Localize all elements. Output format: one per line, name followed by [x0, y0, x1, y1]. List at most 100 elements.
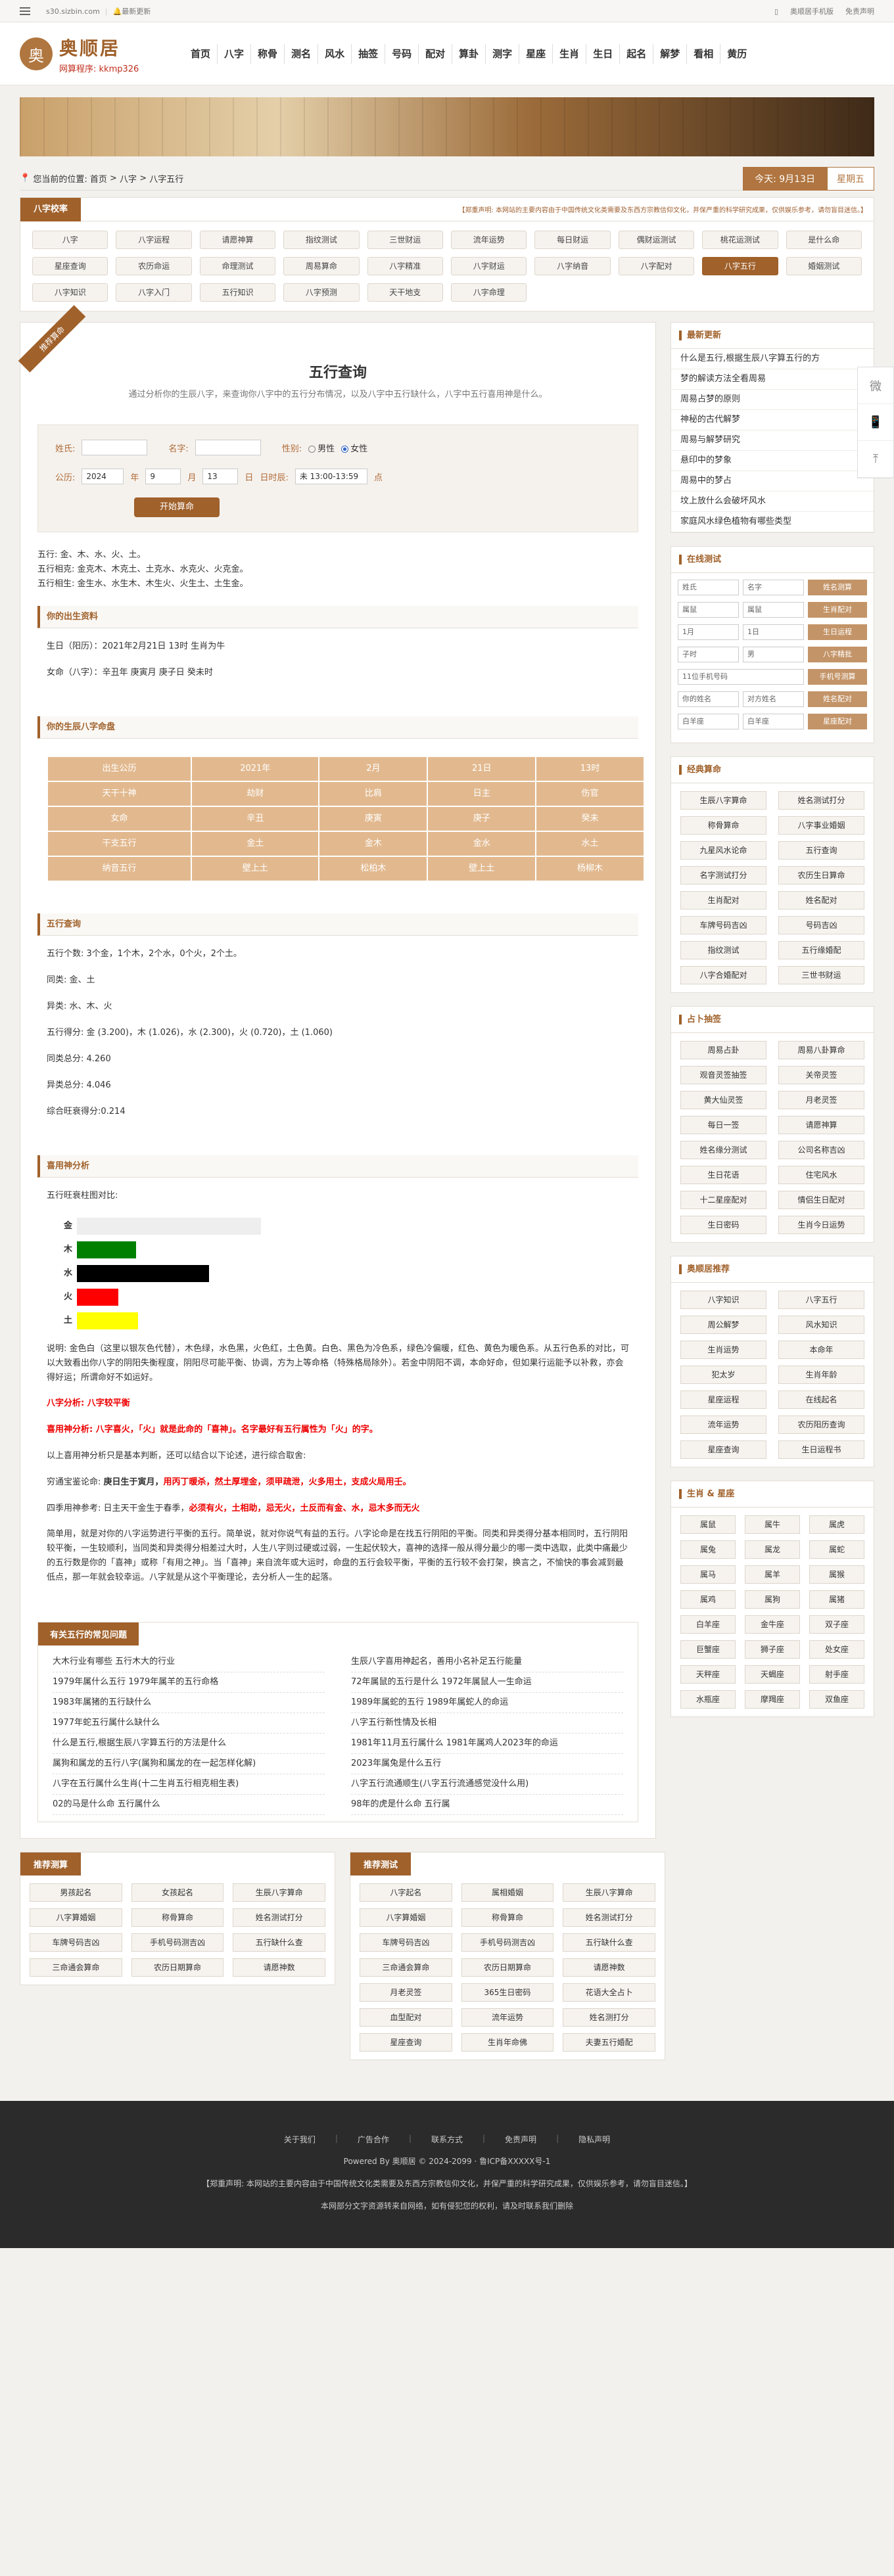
divine-link[interactable]: 周易八卦算命	[778, 1041, 864, 1059]
bazi-link[interactable]: 八字预测	[283, 283, 360, 302]
latest-item[interactable]: 周易中的梦占	[671, 471, 874, 492]
bazi-link[interactable]: 八字命理	[451, 283, 527, 302]
zodiac-link[interactable]: 属虎	[809, 1515, 864, 1534]
bazi-link[interactable]: 八字纳音	[534, 257, 611, 275]
hot-link[interactable]: 生肖运势	[680, 1341, 766, 1359]
bazi-link[interactable]: 流年运势	[451, 231, 527, 249]
nav-item[interactable]: 测字	[486, 44, 520, 64]
breadcrumb-home[interactable]: 首页	[90, 172, 107, 185]
divine-link[interactable]: 黄大仙灵签	[680, 1091, 766, 1109]
bazi-link[interactable]: 是什么命	[786, 231, 862, 249]
faq-item[interactable]: 八字五行流通顺生(八字五行流通感觉没什么用)	[351, 1774, 623, 1795]
faq-item[interactable]: 72年属鼠的五行是什么 1972年属鼠人一生命运	[351, 1672, 623, 1693]
zodiac-link[interactable]: 狮子座	[745, 1640, 800, 1659]
classic-link[interactable]: 三世书财运	[778, 966, 864, 984]
bazi-link[interactable]: 八字	[32, 231, 108, 249]
breadcrumb-bazi[interactable]: 八字	[120, 172, 137, 185]
zodiac-link[interactable]: 属蛇	[809, 1540, 864, 1559]
nav-item[interactable]: 看相	[687, 44, 721, 64]
their-name-input[interactable]: 对方姓名	[743, 691, 804, 707]
faq-item[interactable]: 八字五行新性情及长相	[351, 1713, 623, 1734]
nav-item[interactable]: 解梦	[653, 44, 688, 64]
divine-link[interactable]: 住宅风水	[778, 1166, 864, 1184]
zodiac-link[interactable]: 射手座	[809, 1665, 864, 1684]
recommend-calc-link[interactable]: 姓名测试打分	[233, 1908, 325, 1927]
classic-link[interactable]: 八字合婚配对	[680, 966, 766, 984]
classic-link[interactable]: 生辰八字算命	[680, 791, 766, 810]
hour-select[interactable]: 子时	[678, 647, 739, 662]
faq-item[interactable]: 1979年属什么五行 1979年属羊的五行命格	[53, 1672, 325, 1693]
day-select[interactable]: 13	[202, 469, 239, 484]
latest-item[interactable]: 神秘的古代解梦	[671, 410, 874, 430]
divine-link[interactable]: 公司名称吉凶	[778, 1141, 864, 1159]
zodiac-select-2[interactable]: 属鼠	[743, 602, 804, 618]
recommend-test-link[interactable]: 手机号码测吉凶	[461, 1933, 554, 1952]
classic-link[interactable]: 五行缘婚配	[778, 941, 864, 959]
recommend-calc-link[interactable]: 生辰八字算命	[233, 1883, 325, 1902]
recommend-test-link[interactable]: 车牌号码吉凶	[360, 1933, 452, 1952]
test-surname-input[interactable]: 姓氏	[678, 580, 739, 595]
divine-link[interactable]: 周易占卦	[680, 1041, 766, 1059]
month-select[interactable]: 9	[145, 469, 181, 484]
bazi-link[interactable]: 婚姻测试	[786, 257, 862, 275]
hot-link[interactable]: 流年运势	[680, 1415, 766, 1434]
nav-item[interactable]: 算卦	[452, 44, 486, 64]
divine-link[interactable]: 月老灵签	[778, 1091, 864, 1109]
footer-link[interactable]: 隐私声明	[578, 2134, 610, 2145]
bazi-link[interactable]: 农历命运	[116, 257, 192, 275]
classic-link[interactable]: 五行查询	[778, 841, 864, 860]
divine-link[interactable]: 十二星座配对	[680, 1191, 766, 1209]
year-select[interactable]: 2024	[82, 469, 124, 484]
back-to-top-icon[interactable]: ⤒	[858, 441, 893, 478]
recommend-calc-link[interactable]: 车牌号码吉凶	[30, 1933, 122, 1952]
hot-link[interactable]: 风水知识	[778, 1316, 864, 1334]
zodiac-link[interactable]: 属鼠	[680, 1515, 736, 1534]
bazi-link[interactable]: 八字配对	[618, 257, 695, 275]
time-select[interactable]: 未 13:00-13:59	[294, 469, 367, 484]
surname-input[interactable]	[82, 440, 148, 455]
divine-link[interactable]: 生日花语	[680, 1166, 766, 1184]
recommend-test-link[interactable]: 星座查询	[360, 2033, 452, 2052]
nav-item[interactable]: 星座	[519, 44, 553, 64]
site-logo[interactable]: 奥 奥顺居 网算程序: kkmp326	[20, 34, 171, 74]
bazi-link[interactable]: 偶财运测试	[618, 231, 695, 249]
nav-item[interactable]: 首页	[184, 44, 218, 64]
faq-item[interactable]: 什么是五行,根据生辰八字算五行的方法是什么	[53, 1734, 325, 1754]
recommend-test-link[interactable]: 五行缺什么查	[563, 1933, 655, 1952]
start-button[interactable]: 开始算命	[134, 497, 220, 517]
faq-item[interactable]: 八字在五行属什么生肖(十二生肖五行相克相生表)	[53, 1774, 325, 1795]
divine-link[interactable]: 生肖今日运势	[778, 1216, 864, 1234]
bazi-link[interactable]: 八字入门	[116, 283, 192, 302]
recommend-calc-link[interactable]: 请愿神数	[233, 1958, 325, 1977]
footer-link[interactable]: 免责声明	[505, 2134, 536, 2145]
divine-link[interactable]: 生日密码	[680, 1216, 766, 1234]
divine-link[interactable]: 关帝灵签	[778, 1066, 864, 1084]
latest-item[interactable]: 坟上放什么会破坏风水	[671, 492, 874, 512]
classic-link[interactable]: 指纹测试	[680, 941, 766, 959]
recommend-test-link[interactable]: 月老灵签	[360, 1983, 452, 2002]
recommend-test-link[interactable]: 属相婚姻	[461, 1883, 554, 1902]
bazi-link[interactable]: 八字运程	[116, 231, 192, 249]
zodiac-link[interactable]: 属牛	[745, 1515, 800, 1534]
classic-link[interactable]: 生肖配对	[680, 891, 766, 909]
sign-select-2[interactable]: 白羊座	[743, 714, 804, 729]
divine-link[interactable]: 每日一签	[680, 1116, 766, 1134]
phone-icon[interactable]: 📱	[858, 404, 893, 441]
latest-item[interactable]: 什么是五行,根据生辰八字算五行的方	[671, 349, 874, 369]
recommend-calc-link[interactable]: 五行缺什么查	[233, 1933, 325, 1952]
menu-icon[interactable]	[20, 7, 30, 15]
recommend-test-link[interactable]: 八字起名	[360, 1883, 452, 1902]
sex-select[interactable]: 男	[743, 647, 804, 662]
nav-item[interactable]: 风水	[318, 44, 352, 64]
nav-item[interactable]: 生肖	[553, 44, 587, 64]
nav-item[interactable]: 测名	[285, 44, 319, 64]
latest-item[interactable]: 家庭风水绿色植物有哪些类型	[671, 512, 874, 532]
hot-link[interactable]: 生日运程书	[778, 1440, 864, 1459]
zodiac-link[interactable]: 双子座	[809, 1615, 864, 1634]
birth-day-select[interactable]: 1日	[743, 624, 804, 640]
latest-item[interactable]: 周易与解梦研究	[671, 430, 874, 451]
zodiac-link[interactable]: 巨蟹座	[680, 1640, 736, 1659]
zodiac-link[interactable]: 属龙	[745, 1540, 800, 1559]
sign-select-1[interactable]: 白羊座	[678, 714, 739, 729]
phone-test-button[interactable]: 手机号测算	[808, 669, 867, 685]
